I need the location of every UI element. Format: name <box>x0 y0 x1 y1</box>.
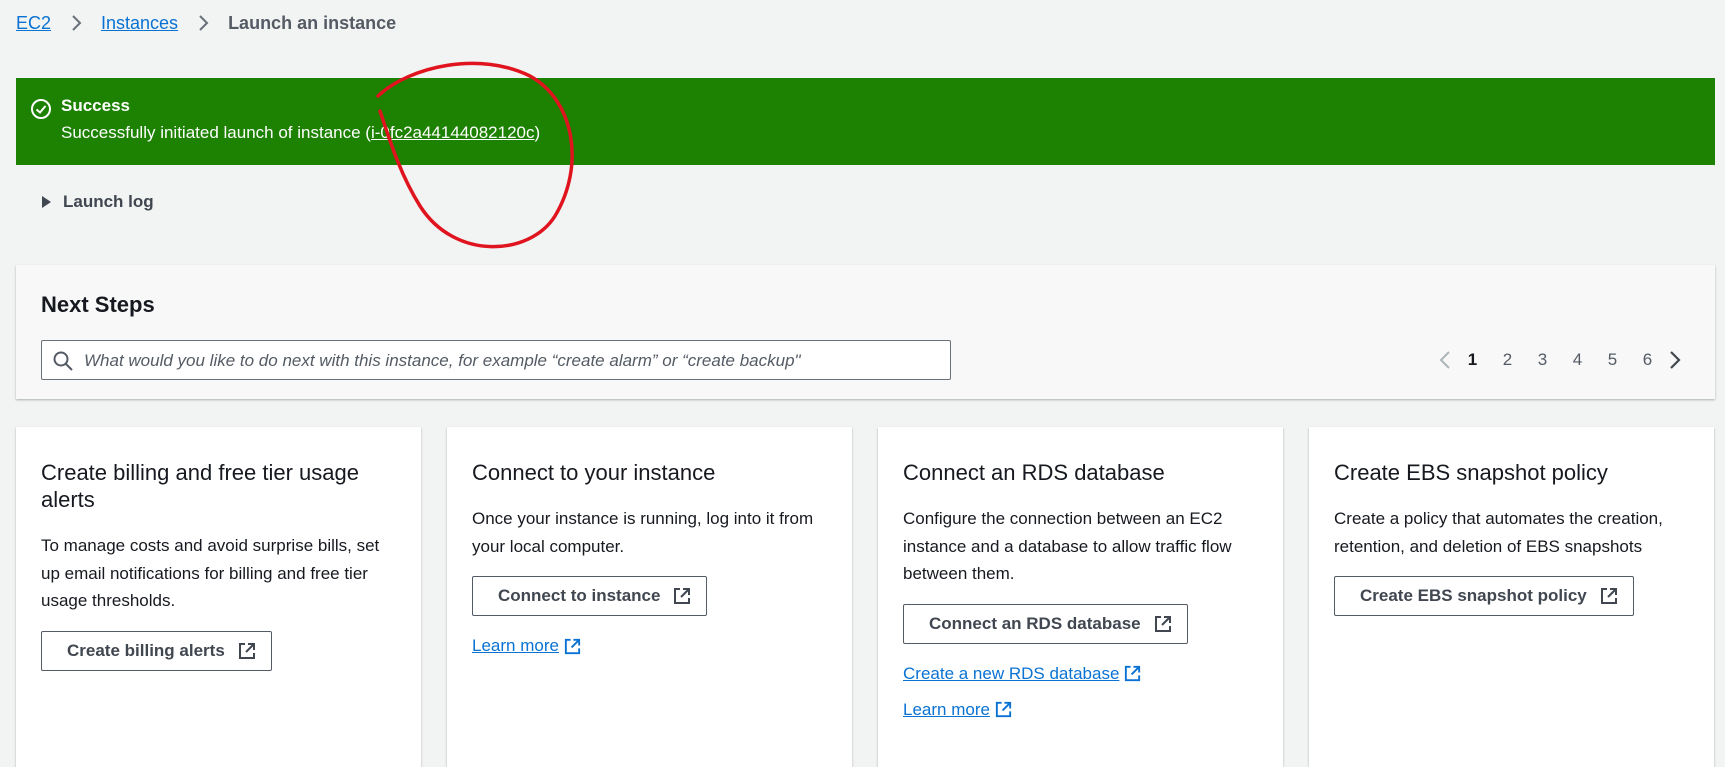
external-link-icon <box>1154 615 1171 632</box>
card-ebs-snapshot-policy: Create EBS snapshot policy Create a poli… <box>1309 427 1714 767</box>
success-banner: Success Successfully initiated launch of… <box>16 78 1715 165</box>
card-title: Create EBS snapshot policy <box>1334 460 1608 485</box>
page-1-button[interactable]: 1 <box>1455 350 1490 370</box>
external-link-icon <box>674 588 691 604</box>
breadcrumb-instances[interactable]: Instances <box>101 13 178 34</box>
learn-more-row: Learn more <box>903 700 1258 720</box>
card-connect-rds: Connect an RDS database Configure the co… <box>878 427 1283 767</box>
chevron-right-icon <box>199 15 209 31</box>
page-2-button[interactable]: 2 <box>1490 350 1525 370</box>
external-link-icon <box>1600 588 1617 604</box>
button-label: Create EBS snapshot policy <box>1360 586 1587 605</box>
create-new-rds-database-link[interactable]: Create a new RDS database <box>903 664 1119 684</box>
page-5-button[interactable]: 5 <box>1595 350 1630 370</box>
external-link-icon <box>1125 665 1141 682</box>
page-6-button[interactable]: 6 <box>1630 350 1665 370</box>
next-steps-panel: Next Steps 1 2 3 4 5 6 <box>16 265 1715 399</box>
learn-more-row: Learn more <box>472 636 827 656</box>
button-label: Connect an RDS database <box>929 613 1141 633</box>
learn-more-link[interactable]: Learn more <box>472 636 559 656</box>
learn-more-link[interactable]: Learn more <box>903 700 990 720</box>
card-description: To manage costs and avoid surprise bills… <box>41 536 380 610</box>
button-label: Create billing alerts <box>67 640 225 660</box>
success-check-icon <box>31 99 51 119</box>
search-input[interactable] <box>82 341 946 381</box>
launch-log-toggle[interactable]: Launch log <box>42 192 154 212</box>
breadcrumb-current: Launch an instance <box>228 12 397 33</box>
breadcrumb: EC2 Instances Launch an instance <box>16 10 396 36</box>
banner-message-suffix: ) <box>534 123 541 142</box>
chevron-right-icon <box>1670 351 1681 369</box>
chevron-right-icon <box>72 15 82 31</box>
connect-rds-database-button[interactable]: Connect an RDS database <box>903 603 1188 644</box>
banner-title: Success <box>61 96 130 115</box>
card-title: Connect an RDS database <box>903 460 1165 485</box>
banner-message: Successfully initiated launch of instanc… <box>61 123 540 143</box>
create-rds-link-row: Create a new RDS database <box>903 664 1258 684</box>
create-billing-alerts-button[interactable]: Create billing alerts <box>41 630 272 671</box>
button-label: Connect to instance <box>498 586 661 605</box>
card-title: Create billing and free tier usage alert… <box>41 460 359 512</box>
page-4-button[interactable]: 4 <box>1560 350 1595 370</box>
pagination: 1 2 3 4 5 6 <box>1435 347 1685 373</box>
card-description: Configure the connection between an EC2 … <box>903 509 1232 583</box>
external-link-icon <box>995 701 1012 718</box>
card-connect-instance: Connect to your instance Once your insta… <box>447 427 852 767</box>
instance-id-link[interactable]: i-0fc2a44144082120c <box>371 123 535 142</box>
banner-message-prefix: Successfully initiated launch of instanc… <box>61 123 371 142</box>
page-3-button[interactable]: 3 <box>1525 350 1560 370</box>
caret-right-icon <box>42 196 51 208</box>
next-page-button[interactable] <box>1665 347 1685 373</box>
connect-to-instance-button[interactable]: Connect to instance <box>472 576 708 616</box>
card-billing-alerts: Create billing and free tier usage alert… <box>16 427 421 767</box>
breadcrumb-ec2[interactable]: EC2 <box>16 13 51 34</box>
next-steps-search <box>41 340 951 381</box>
card-description: Once your instance is running, log into … <box>472 509 814 556</box>
card-title: Connect to your instance <box>472 460 716 485</box>
launch-log-label: Launch log <box>63 192 154 211</box>
next-steps-title: Next Steps <box>41 292 155 317</box>
card-description: Create a policy that automates the creat… <box>1334 509 1663 556</box>
prev-page-button[interactable] <box>1435 347 1455 373</box>
chevron-left-icon <box>1439 351 1450 369</box>
external-link-icon <box>238 642 255 659</box>
create-ebs-snapshot-policy-button[interactable]: Create EBS snapshot policy <box>1334 576 1634 616</box>
search-icon <box>53 351 73 371</box>
external-link-icon <box>564 638 581 654</box>
